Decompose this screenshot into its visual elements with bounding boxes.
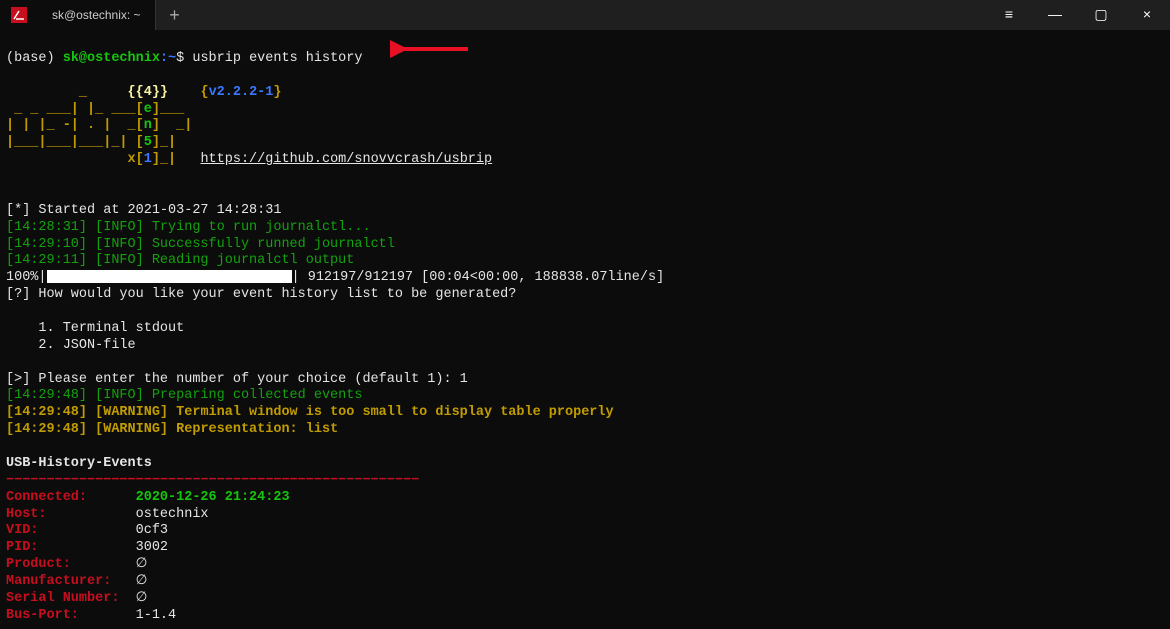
close-icon: × — [1143, 6, 1151, 24]
minimize-icon: — — [1048, 6, 1062, 24]
maximize-button[interactable]: ▢ — [1078, 0, 1124, 30]
choice-line: [>] Please enter the number of your choi… — [6, 372, 468, 387]
new-tab-button[interactable]: + — [156, 0, 194, 30]
events-rule: −−−−−−−−−−−−−−−−−−−−−−−−−−−−−−−−−−−−−−−−… — [6, 473, 419, 488]
option-1: 1. Terminal stdout — [6, 321, 184, 336]
start-line: [*] Started at 2021-03-27 14:28:31 — [6, 203, 281, 218]
events-fields-container: Connected: 2020-12-26 21:24:23 Host: ost… — [6, 490, 290, 623]
window-titlebar: sk@ostechnix: ~ + ≡ — ▢ × — [0, 0, 1170, 30]
event-field-key: Product: — [6, 557, 136, 572]
ascii-art-line: _ _ ___| |_ ___[ — [6, 102, 144, 117]
event-field-value: ∅ — [136, 557, 148, 572]
event-field-key: VID: — [6, 523, 136, 538]
log-msg: Trying to run journalctl... — [152, 220, 371, 235]
events-heading: USB-History-Events — [6, 456, 152, 471]
log-msg: Preparing collected events — [152, 388, 363, 403]
event-field-value: 3002 — [136, 540, 168, 555]
prompt-path: :~ — [160, 51, 176, 66]
ascii-art-line: _ — [6, 85, 128, 100]
log-time: [14:29:10] — [6, 237, 87, 252]
question-line: [?] How would you like your event histor… — [6, 287, 516, 302]
event-field-value: 1-1.4 — [136, 608, 177, 623]
event-field-key: Host: — [6, 507, 136, 522]
option-2: 2. JSON-file — [6, 338, 136, 353]
maximize-icon: ▢ — [1094, 6, 1107, 24]
event-field-key: Connected: — [6, 490, 136, 505]
progress-bar — [47, 270, 292, 283]
log-tag-warning: [WARNING] — [87, 422, 176, 437]
log-time: [14:28:31] — [6, 220, 87, 235]
log-msg: Reading journalctl output — [152, 253, 355, 268]
hamburger-icon: ≡ — [1005, 6, 1013, 24]
event-field-value: ∅ — [136, 574, 148, 589]
log-tag-info: [INFO] — [87, 253, 152, 268]
plus-icon: + — [169, 4, 180, 27]
command-text: usbrip events history — [192, 51, 362, 66]
active-tab[interactable]: sk@ostechnix: ~ — [38, 0, 156, 30]
version-text: v2.2.2-1 — [209, 85, 274, 100]
progress-right: | 912197/912197 [00:04<00:00, 188838.07l… — [292, 270, 665, 285]
log-msg: Representation: list — [176, 422, 338, 437]
log-tag-info: [INFO] — [87, 220, 152, 235]
titlebar-drag-area[interactable] — [194, 0, 986, 30]
log-tag-info: [INFO] — [87, 388, 152, 403]
prompt-sigil: $ — [176, 51, 184, 66]
event-field-key: PID: — [6, 540, 136, 555]
prompt-user-host: sk@ostechnix — [63, 51, 160, 66]
log-time: [14:29:11] — [6, 253, 87, 268]
hamburger-menu-button[interactable]: ≡ — [986, 0, 1032, 30]
log-msg: Successfully runned journalctl — [152, 237, 395, 252]
tab-app-icon[interactable] — [0, 0, 38, 30]
close-button[interactable]: × — [1124, 0, 1170, 30]
progress-left: 100%| — [6, 270, 47, 285]
log-time: [14:29:48] — [6, 405, 87, 420]
repo-link[interactable]: https://github.com/snovvcrash/usbrip — [200, 152, 492, 167]
log-msg: Terminal window is too small to display … — [176, 405, 613, 420]
event-field-key: Bus-Port: — [6, 608, 136, 623]
event-field-key: Manufacturer: — [6, 574, 136, 589]
window-controls: ≡ — ▢ × — [986, 0, 1170, 30]
tab-title: sk@ostechnix: ~ — [52, 8, 141, 23]
ascii-v4: {{4}} — [128, 85, 169, 100]
terminal-output[interactable]: (base) sk@ostechnix:~$ usbrip events his… — [0, 30, 1170, 629]
log-time: [14:29:48] — [6, 422, 87, 437]
log-tag-info: [INFO] — [87, 237, 152, 252]
event-field-value: 2020-12-26 21:24:23 — [136, 490, 290, 505]
prompt-prefix: (base) — [6, 51, 63, 66]
event-field-value: ostechnix — [136, 507, 209, 522]
event-field-key: Serial Number: — [6, 591, 136, 606]
minimize-button[interactable]: — — [1032, 0, 1078, 30]
log-tag-warning: [WARNING] — [87, 405, 176, 420]
tab-strip: sk@ostechnix: ~ + — [0, 0, 194, 30]
log-time: [14:29:48] — [6, 388, 87, 403]
event-field-value: ∅ — [136, 591, 148, 606]
ascii-art-line: | | |_ -| . | _[ — [6, 118, 144, 133]
event-field-value: 0cf3 — [136, 523, 168, 538]
ascii-art-line: |___|___|___|_| [ — [6, 135, 144, 150]
ascii-art-line: x[ — [6, 152, 144, 167]
